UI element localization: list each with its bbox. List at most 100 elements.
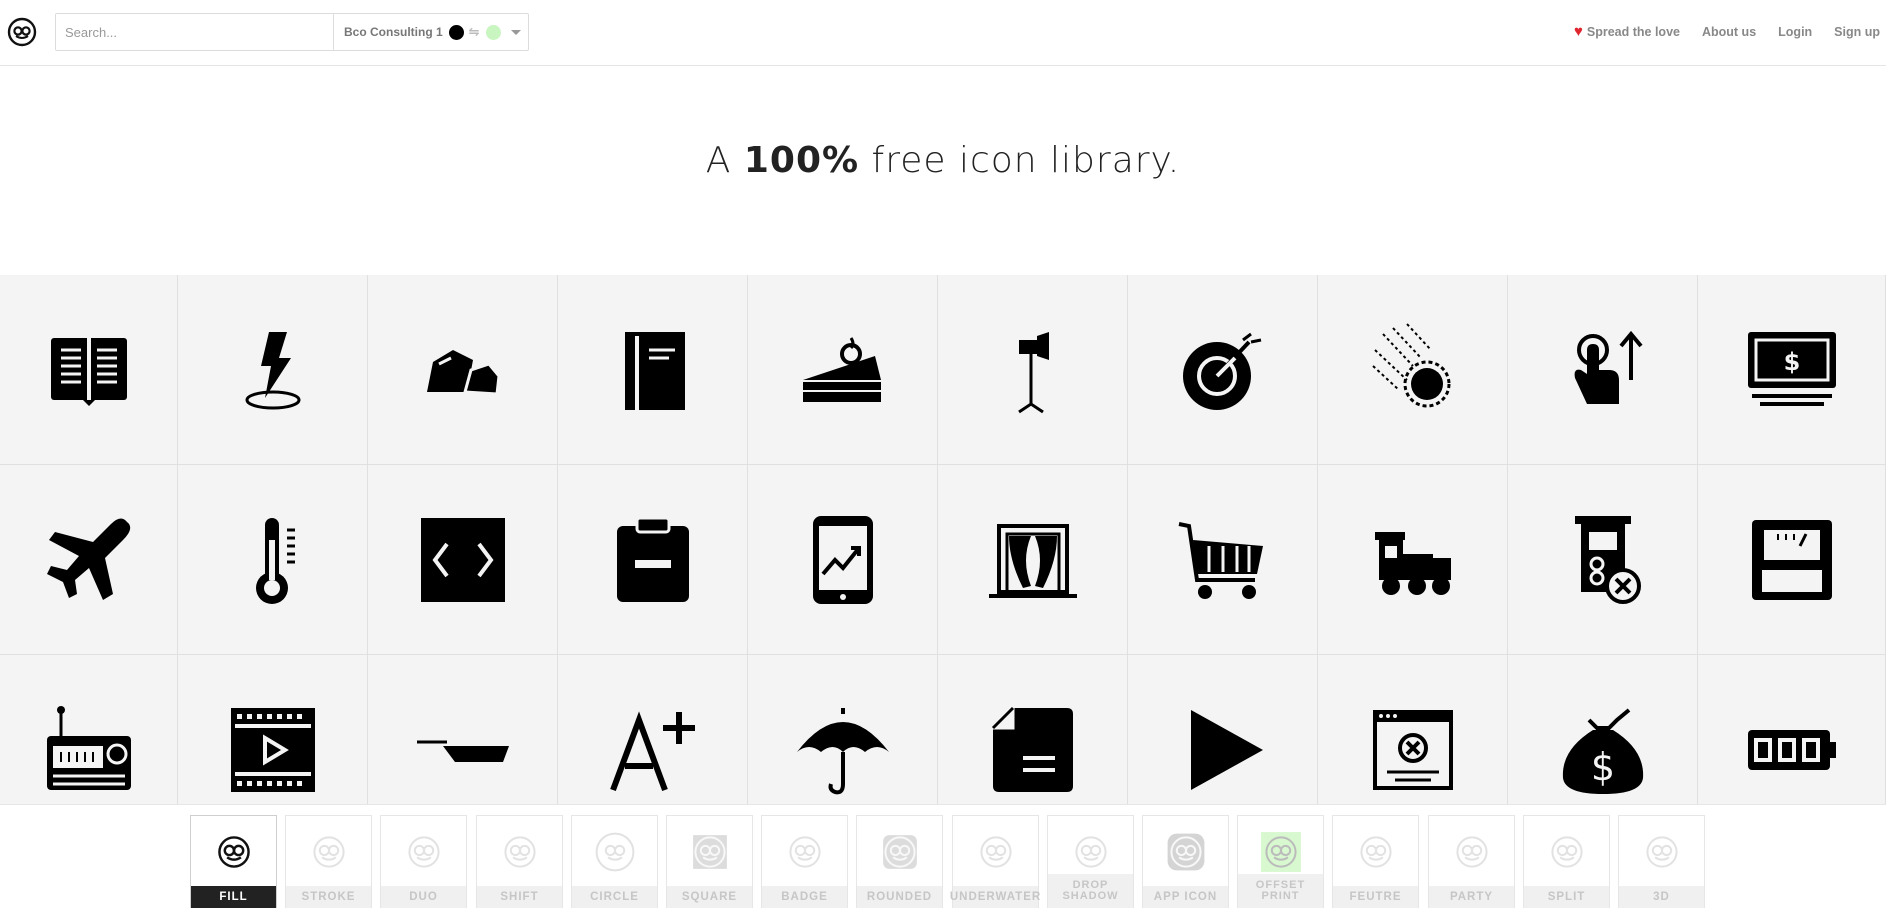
primary-color-swatch[interactable] [448, 24, 464, 40]
style-tab-offset-print[interactable]: OFFSET PRINT [1237, 815, 1324, 908]
banknote-icon: $ [1747, 331, 1836, 406]
icon-cell[interactable] [558, 655, 748, 804]
search-input[interactable] [56, 14, 334, 50]
chevron-down-icon[interactable] [510, 29, 521, 35]
logo-icon [882, 835, 917, 869]
icon-cell[interactable] [938, 275, 1128, 465]
style-preview [286, 816, 371, 888]
atm-error-icon [1574, 515, 1641, 604]
lightning-location-icon [245, 331, 300, 409]
style-tab-rounded[interactable]: ROUNDED [856, 815, 943, 908]
play-icon [1190, 709, 1263, 790]
clipboard-minus-icon [616, 516, 689, 602]
icon-cell[interactable] [178, 275, 368, 465]
logo-icon [595, 832, 634, 872]
icon-cell[interactable] [938, 655, 1128, 804]
icon-cell[interactable] [558, 465, 748, 655]
icon-cell[interactable] [748, 275, 938, 465]
meteor-icon [1371, 322, 1450, 407]
style-tab-app-icon[interactable]: APP ICON [1142, 815, 1229, 908]
icon-cell[interactable] [1318, 655, 1508, 804]
secondary-color-swatch[interactable] [485, 24, 501, 40]
logo-icon [1260, 832, 1301, 872]
style-tab-stroke[interactable]: STROKE [285, 815, 372, 908]
about-link[interactable]: About us [1702, 25, 1756, 39]
svg-text:$: $ [1590, 745, 1614, 789]
airplane-icon [46, 517, 130, 600]
icon-cell[interactable] [1318, 465, 1508, 655]
style-preview [191, 816, 276, 888]
logo-icon [312, 836, 345, 868]
style-tab-duo[interactable]: DUO [380, 815, 467, 908]
style-tab-label: ROUNDED [857, 886, 942, 908]
style-tab-label: BADGE [762, 886, 847, 908]
thermometer-icon [255, 517, 295, 604]
signup-link[interactable]: Sign up [1834, 25, 1880, 39]
style-tab-badge[interactable]: BADGE [761, 815, 848, 908]
style-tab-feutre[interactable]: FEUTRE [1332, 815, 1419, 908]
icon-grid: $ $ [0, 275, 1886, 804]
browser-error-icon [1372, 709, 1453, 790]
spread-love-link[interactable]: ♥ Spread the love [1574, 24, 1680, 39]
icon-cell[interactable] [368, 465, 558, 655]
icon-cell[interactable] [1698, 655, 1886, 804]
style-tab-label: 3D [1619, 886, 1704, 908]
icon-cell[interactable] [0, 655, 178, 804]
style-tab-square[interactable]: SQUARE [666, 815, 753, 908]
icon-cell[interactable] [748, 465, 938, 655]
icon-cell[interactable] [178, 465, 368, 655]
style-tab-label: PARTY [1429, 886, 1514, 908]
icon-cell[interactable] [1128, 465, 1318, 655]
icon-cell[interactable] [1318, 275, 1508, 465]
icon-cell[interactable] [558, 275, 748, 465]
style-tab-circle[interactable]: CIRCLE [571, 815, 658, 908]
icon-cell[interactable] [1508, 275, 1698, 465]
logo-icon [503, 836, 536, 868]
logo-icon [407, 836, 440, 868]
video-player-icon [230, 707, 315, 792]
style-tab-fill[interactable]: FILL [190, 815, 277, 908]
collection-selector[interactable]: Bco Consulting 1 ⇋ [334, 14, 528, 50]
style-tab-label: UNDERWATER [950, 886, 1040, 908]
icon-cell[interactable] [1128, 655, 1318, 804]
spread-love-label: Spread the love [1586, 24, 1680, 39]
icon-cell[interactable] [368, 275, 558, 465]
style-tab-label: APP ICON [1143, 886, 1228, 908]
icon-cell[interactable] [0, 275, 178, 465]
icon-cell[interactable] [938, 465, 1128, 655]
icon-cell[interactable] [0, 465, 178, 655]
logo-icon [1550, 836, 1583, 868]
logo-icon [692, 835, 727, 869]
style-tab-party[interactable]: PARTY [1428, 815, 1515, 908]
icon-cell[interactable] [748, 655, 938, 804]
style-tab-shift[interactable]: SHIFT [476, 815, 563, 908]
style-preview [1333, 816, 1418, 888]
logo-icon [979, 836, 1012, 868]
style-tab-underwater[interactable]: UNDERWATER [950, 815, 1040, 908]
logo-icon [1167, 833, 1204, 871]
icon-cell[interactable] [178, 655, 368, 804]
toy-train-icon [1374, 531, 1451, 595]
icon-cell[interactable] [1508, 465, 1698, 655]
icon-cell[interactable] [1128, 275, 1318, 465]
umbrella-icon [796, 707, 889, 794]
window-curtains-icon [988, 523, 1077, 598]
style-preview [1524, 816, 1609, 888]
icon-cell[interactable] [368, 655, 558, 804]
logo-icon [788, 836, 821, 868]
font-size-increase-icon [609, 710, 695, 791]
icon-cell[interactable]: $ [1698, 275, 1886, 465]
swipe-up-icon [1574, 330, 1643, 404]
style-preview [953, 816, 1038, 888]
style-tab-split[interactable]: SPLIT [1523, 815, 1610, 908]
icon-cell[interactable] [1698, 465, 1886, 655]
target-icon [1182, 332, 1261, 410]
style-tab-3d[interactable]: 3D [1618, 815, 1705, 908]
logo-icon[interactable] [7, 17, 37, 47]
login-link[interactable]: Login [1778, 25, 1812, 39]
style-preview [667, 816, 752, 888]
logo-icon [1074, 836, 1107, 868]
icon-cell[interactable]: $ [1508, 655, 1698, 804]
swap-colors-icon[interactable]: ⇋ [469, 24, 480, 40]
style-tab-drop-shadow[interactable]: DROP SHADOW [1047, 815, 1134, 908]
